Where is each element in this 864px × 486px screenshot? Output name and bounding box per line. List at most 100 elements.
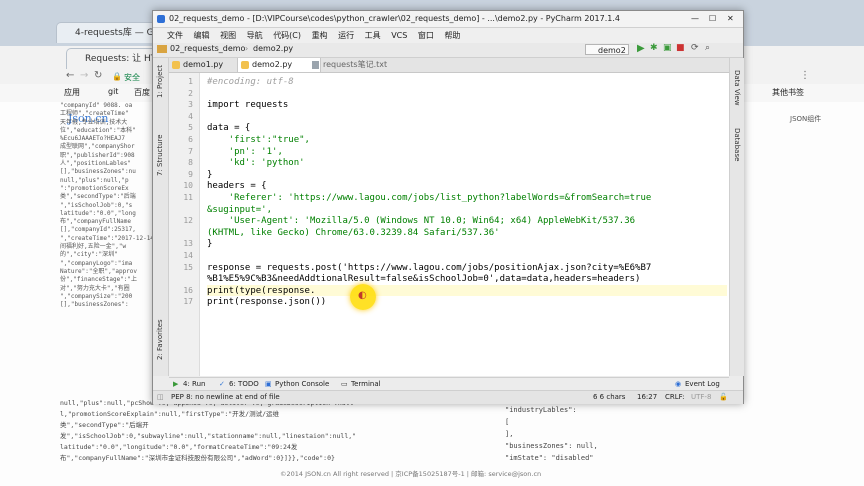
menu-help[interactable]: 帮助: [444, 28, 460, 43]
database-tool-button[interactable]: Database: [733, 128, 741, 161]
project-tool-button[interactable]: 1: Project: [156, 65, 164, 98]
status-encoding[interactable]: UTF-8: [691, 391, 711, 404]
line-number: 15: [183, 262, 193, 272]
line-number: 6: [188, 135, 193, 144]
menu-run[interactable]: 运行: [338, 28, 354, 43]
code-line[interactable]: 'Referer': 'https://www.lagou.com/jobs/l…: [207, 193, 652, 204]
menu-vcs[interactable]: VCS: [391, 28, 407, 43]
code-line[interactable]: 'User-Agent': 'Mozilla/5.0 (Windows NT 1…: [207, 216, 635, 227]
menu-code[interactable]: 代码(C): [273, 28, 301, 43]
text-line: ","createTime":"2017-12-14: [60, 234, 152, 242]
code-line[interactable]: }: [207, 170, 212, 181]
tab-requests-notes[interactable]: requests笔记.txt: [309, 58, 413, 72]
code-line[interactable]: (KHTML, like Gecko) Chrome/63.0.3239.84 …: [207, 228, 500, 239]
menu-file[interactable]: 文件: [167, 28, 183, 43]
status-position[interactable]: 16:27: [637, 391, 657, 404]
code-line[interactable]: &suginput=',: [207, 205, 272, 216]
structure-tool-button[interactable]: 7: Structure: [156, 134, 164, 176]
line-number: 8: [188, 158, 193, 168]
close-icon[interactable]: ✕: [727, 11, 734, 27]
status-toggle-icon[interactable]: ◫: [157, 391, 164, 404]
page-footer: ©2014 JSON.cn All right reserved | 京ICP备…: [280, 470, 542, 478]
maximize-icon[interactable]: ☐: [709, 11, 716, 27]
line-number: 17: [183, 297, 193, 307]
text-line: [],"businessZones":nu: [60, 168, 136, 176]
code-line[interactable]: print(type(response.: [207, 286, 315, 297]
code-line[interactable]: 'pn': '1',: [207, 147, 283, 158]
code-line[interactable]: headers = {: [207, 181, 267, 192]
data-view-tool-button[interactable]: Data View: [733, 70, 741, 106]
menu-view[interactable]: 视图: [220, 28, 236, 43]
left-tool-strip: 1: Project 7: Structure 2: Favorites: [153, 58, 169, 376]
bookmark-git[interactable]: git: [108, 87, 118, 96]
bookmark-apps[interactable]: 应用: [64, 87, 80, 98]
status-bar: ◫ PEP 8: no newline at end of file 6 6 c…: [153, 390, 743, 404]
python-console-button[interactable]: Python Console: [275, 378, 329, 390]
text-line: "businessZones": null,: [505, 442, 598, 450]
run-config-label: demo2: [598, 46, 626, 55]
event-log-button[interactable]: Event Log: [685, 378, 720, 390]
code-line[interactable]: import requests: [207, 100, 288, 111]
line-number: 5: [188, 123, 193, 133]
text-line: ","isSchoolJob":0,"s: [60, 201, 133, 209]
menu-window[interactable]: 窗口: [418, 28, 434, 43]
code-line[interactable]: 'kd': 'python': [207, 158, 305, 169]
code-line[interactable]: }: [207, 239, 212, 250]
menu-tools[interactable]: 工具: [365, 28, 381, 43]
minimize-icon[interactable]: —: [691, 11, 699, 27]
favorites-tool-button[interactable]: 2: Favorites: [156, 319, 164, 360]
browser-tab-1[interactable]: 4-requests库 — Git...: [56, 22, 166, 43]
menu-refactor[interactable]: 重构: [312, 28, 328, 43]
line-number-gutter: 1 2 3 4 5 6 7 8 9 10 11 12 13 14 15 16 17: [169, 73, 200, 376]
code-line[interactable]: 'first':"true",: [207, 135, 310, 146]
text-line: 天年假,专业培训,技术大: [60, 118, 128, 126]
status-line-separator[interactable]: CRLF:: [665, 391, 685, 404]
code-line[interactable]: data = {: [207, 123, 250, 134]
code-line[interactable]: response = requests.post('https://www.la…: [207, 263, 651, 274]
menu-navigate[interactable]: 导航: [247, 28, 263, 43]
line-number: 12: [183, 216, 193, 226]
run-icon[interactable]: ▶: [637, 43, 645, 54]
debug-icon[interactable]: ✱: [650, 43, 658, 53]
lock-icon[interactable]: 🔓: [719, 391, 728, 404]
menu-edit[interactable]: 编辑: [194, 28, 210, 43]
terminal-button[interactable]: Terminal: [351, 378, 381, 390]
run-tool-button[interactable]: 4: Run: [183, 378, 205, 390]
code-editor[interactable]: 1 2 3 4 5 6 7 8 9 10 11 12 13 14 15 16 17 #encoding: utf…: [169, 73, 729, 376]
code-line[interactable]: print(response.json()): [207, 297, 326, 308]
breadcrumb-project[interactable]: 02_requests_demo: [170, 44, 245, 53]
reload-icon[interactable]: ↻: [94, 70, 102, 81]
terminal-icon: ▭: [341, 380, 348, 388]
line-number: 7: [188, 146, 193, 156]
search-icon[interactable]: ⌕: [705, 43, 710, 53]
menu-bar: 文件 编辑 视图 导航 代码(C) 重构 运行 工具 VCS 窗口 帮助: [153, 28, 743, 43]
text-line: 位","education":"本科": [60, 126, 136, 134]
vcs-update-icon[interactable]: ⟳: [691, 43, 699, 53]
bookmark-other[interactable]: 其他书签: [772, 87, 804, 98]
text-line: 工程师","createTime": [60, 110, 129, 118]
bookmark-baidu[interactable]: 百度: [134, 87, 150, 98]
tab-requests-notes-label: requests笔记.txt: [323, 60, 388, 69]
browser-menu-icon[interactable]: ⋮: [800, 70, 810, 81]
run-tool-icon: ▶: [173, 380, 179, 388]
json-left-text: "companyId" 9088. oa 工程师","createTime" 天年假…: [60, 102, 152, 442]
status-selection: 6 6 chars: [593, 393, 626, 401]
stop-icon[interactable]: ■: [676, 43, 685, 53]
coverage-icon[interactable]: ▣: [663, 43, 672, 53]
text-line: [],"businessZones":: [60, 301, 129, 309]
mouse-cursor-highlight: ◐: [350, 284, 376, 310]
window-title: 02_requests_demo - [D:\VIPCourse\codes\p…: [169, 14, 620, 23]
json-component-note: JSON组件: [790, 115, 822, 123]
forward-arrow-icon[interactable]: →: [80, 70, 88, 81]
tab-demo2-label: demo2.py: [252, 60, 293, 69]
back-arrow-icon[interactable]: ←: [66, 70, 74, 81]
todo-icon: ✓: [219, 380, 225, 388]
todo-tool-button[interactable]: 6: TODO: [229, 378, 259, 390]
run-config-selector[interactable]: demo2: [585, 44, 629, 55]
text-line: 类","secondType":"后端开: [60, 421, 149, 429]
text-line: latitude":"0.0","longitude":"0.0","forma…: [60, 443, 298, 451]
breadcrumb-file[interactable]: demo2.py: [253, 44, 293, 53]
code-line[interactable]: %B1%E5%9C%B3&needAddtionalResult=false&i…: [207, 274, 640, 285]
text-line: 布","companyFullName: [60, 218, 132, 226]
code-line[interactable]: #encoding: utf-8: [207, 77, 294, 88]
